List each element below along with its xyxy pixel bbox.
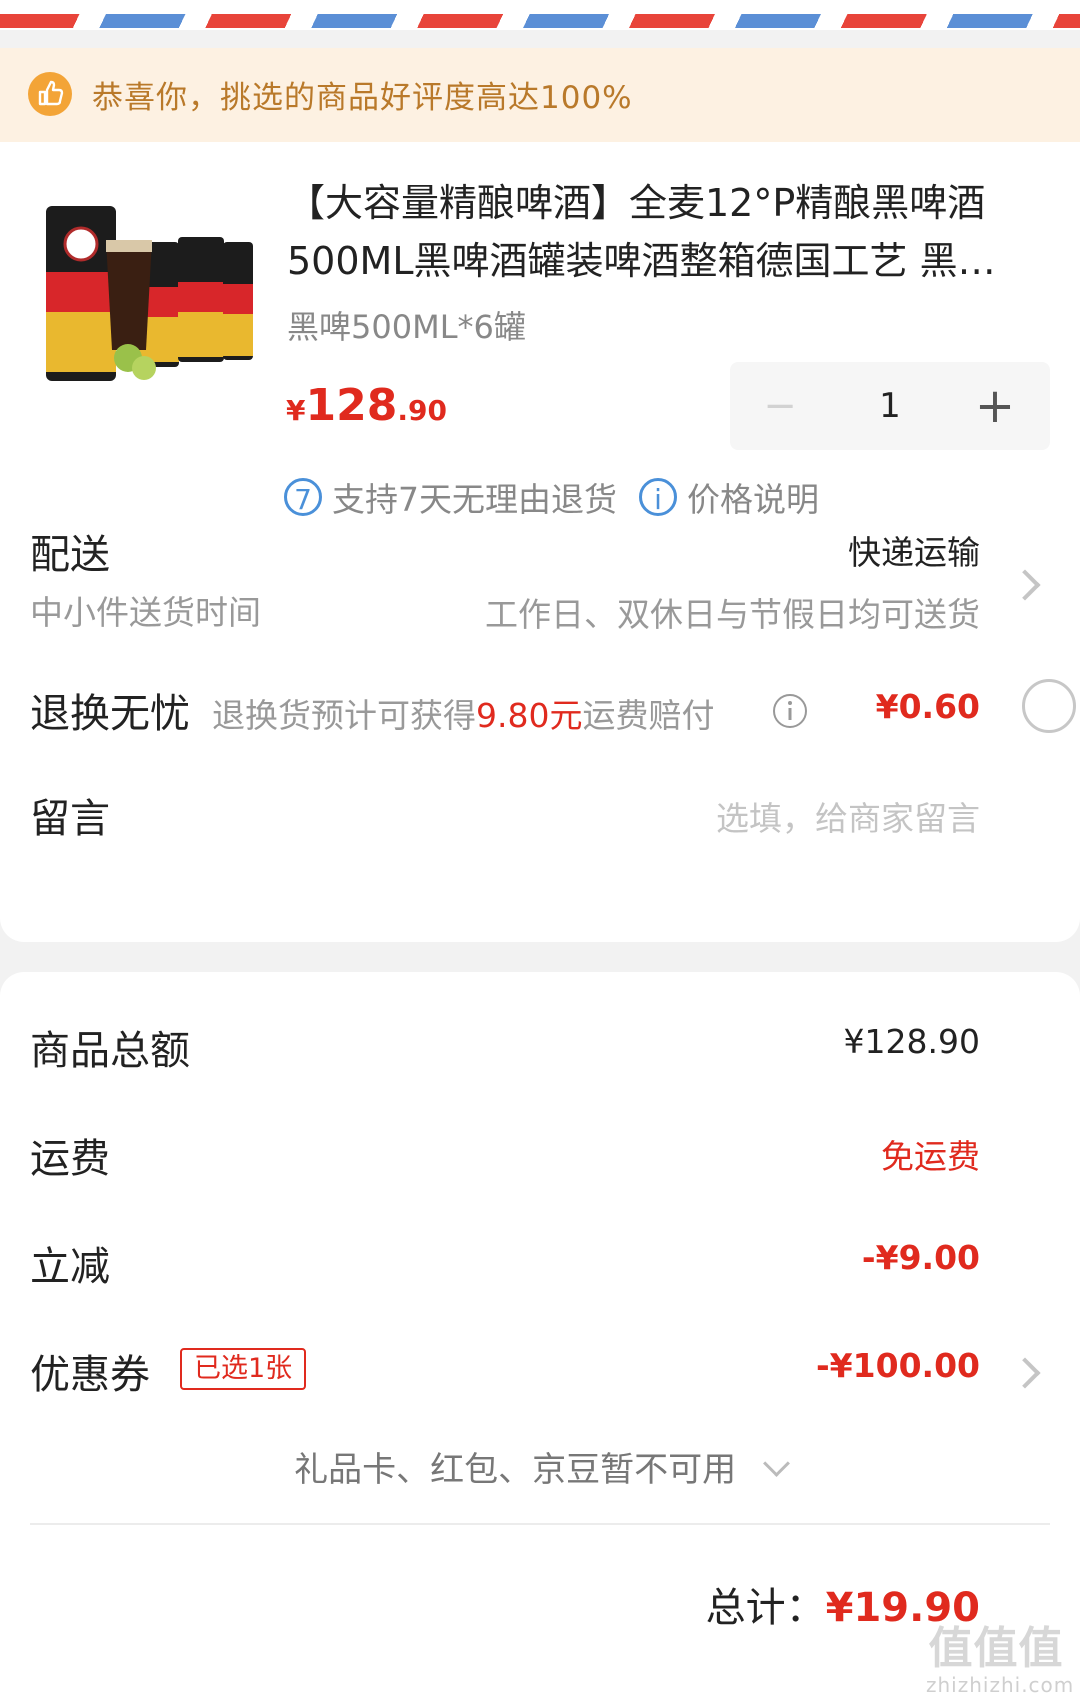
price-explanation-link[interactable]: 价格说明 [687,473,819,521]
goods-total-row: 商品总额 ¥128.90 [30,1018,1050,1078]
discount-value: -¥9.00 [861,1238,980,1277]
price-currency: ¥ [286,394,306,427]
total-label: 总计： [705,1585,826,1631]
return-desc-suffix: 运费赔付 [582,696,715,735]
gift-card-text: 礼品卡、红包、京豆暂不可用 [294,1450,737,1490]
delivery-method: 快递运输 [848,533,980,572]
message-row: 留言 选填，给商家留言 [30,782,1050,852]
product-title-line2: 500ML黑啤酒罐装啤酒整箱德国工艺 黑… [287,239,996,283]
return-insurance-desc: 退换货预计可获得9.80元运费赔付 [212,689,714,737]
airmail-border [0,0,1080,30]
discount-label: 立减 [30,1244,110,1290]
airmail-stripe [0,14,1080,28]
decrease-quantity-button[interactable]: − [758,386,802,426]
product-card: 【大容量精酿啤酒】全麦12°P精酿黑啤酒 500ML黑啤酒罐装啤酒整箱德国工艺 … [0,142,1080,942]
coupon-selected-tag: 已选1张 [180,1348,307,1390]
chevron-right-icon [1009,1357,1041,1389]
thumbs-up-icon [28,72,72,116]
goods-total-label: 商品总额 [30,1028,190,1074]
return-insurance-price: ¥0.60 [875,687,980,726]
discount-row: 立减 -¥9.00 [30,1234,1050,1294]
return-desc-amount: 9.80元 [476,696,583,735]
price-integer: 128 [305,380,398,431]
watermark-logo: 值值值 [928,1623,1064,1674]
product-image[interactable] [28,182,258,412]
shipping-label: 运费 [30,1136,110,1182]
shipping-value: 免运费 [881,1137,980,1176]
gift-card-unavailable[interactable]: 礼品卡、红包、京豆暂不可用 [0,1442,1080,1491]
delivery-label: 配送 [30,532,110,578]
message-label: 留言 [30,796,110,842]
shipping-row: 运费 免运费 [30,1126,1050,1186]
product-title[interactable]: 【大容量精酿啤酒】全麦12°P精酿黑啤酒 500ML黑啤酒罐装啤酒整箱德国工艺 … [287,174,1057,290]
product-title-line1: 【大容量精酿啤酒】全麦12°P精酿黑啤酒 [287,181,986,225]
quantity-value[interactable]: 1 [860,382,920,430]
summary-divider [30,1523,1050,1525]
price-decimal: .90 [397,394,447,427]
product-spec: 黑啤500ML*6罐 [287,308,526,346]
watermark: 值值值 zhizhizhi.com [926,1623,1075,1698]
product-price: ¥128.90 [286,380,447,431]
return-insurance-label: 退换无忧 [30,691,190,737]
goods-total-value: ¥128.90 [843,1022,980,1061]
increase-quantity-button[interactable]: + [970,382,1020,430]
message-input[interactable]: 选填，给商家留言 [716,792,980,840]
watermark-text: zhizhizhi.com [926,1673,1075,1697]
chevron-right-icon [1009,569,1041,601]
seven-day-return-icon: 7 [284,478,322,516]
rating-banner: 恭喜你，挑选的商品好评度高达100% [0,48,1080,142]
chevron-down-icon [762,1450,790,1477]
return-desc-prefix: 退换货预计可获得 [212,696,476,735]
return-insurance-radio[interactable] [1022,679,1076,733]
delivery-time-label: 中小件送货时间 [30,593,261,632]
delivery-time-value: 工作日、双休日与节假日均可送货 [485,595,980,634]
info-icon: i [639,478,677,516]
coupon-row[interactable]: 优惠券 已选1张 -¥100.00 [30,1342,1050,1402]
service-badges: 7 支持7天无理由退货 i 价格说明 [284,474,819,520]
delivery-row[interactable]: 配送 快递运输 中小件送货时间 工作日、双休日与节假日均可送货 [30,522,1050,642]
banner-text: 恭喜你，挑选的商品好评度高达100% [92,80,633,116]
coupon-value: -¥100.00 [815,1346,980,1385]
seven-day-return-label[interactable]: 支持7天无理由退货 [332,473,617,521]
coupon-label: 优惠券 [30,1352,150,1398]
return-insurance-row: 退换无忧 退换货预计可获得9.80元运费赔付 ¥0.60 [30,677,1076,747]
quantity-stepper: − 1 + [730,362,1050,450]
return-info-icon[interactable] [772,693,808,729]
